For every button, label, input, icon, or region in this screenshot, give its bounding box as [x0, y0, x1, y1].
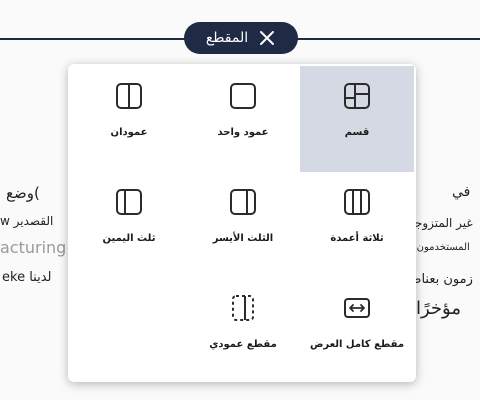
full-width-section-icon: [344, 298, 370, 318]
left-third-icon: [230, 189, 256, 215]
right-third-icon: [116, 189, 142, 215]
layout-option-left-third[interactable]: الثلث الأيسر: [186, 172, 300, 278]
layout-option-label: مقطع كامل العرض: [309, 339, 405, 350]
layout-option-three-columns[interactable]: ثلاثة أعمدة: [300, 172, 414, 278]
one-column-icon: [230, 83, 256, 109]
background-text: القصدير w: [0, 214, 54, 228]
section-pill-label: المقطع: [205, 30, 249, 46]
layout-section-icon: [344, 83, 370, 109]
layout-option-label: عمودان: [110, 127, 148, 138]
background-text: مؤخرًا: [416, 298, 461, 319]
three-columns-icon: [344, 189, 370, 215]
vertical-section-icon: [232, 295, 254, 321]
section-pill: المقطع: [184, 22, 298, 54]
layout-option-label: قسم: [344, 127, 370, 138]
layout-option-vertical-section[interactable]: مقطع عمودي: [186, 278, 300, 384]
layout-option-label: ثلاثة أعمدة: [330, 233, 384, 244]
section-layout-panel: قسم عمود واحد عمودان ثلاثة أعمدة الثلث ا…: [68, 64, 416, 382]
layout-option-label: مقطع عمودي: [209, 339, 277, 350]
layout-option-full-width-section[interactable]: مقطع كامل العرض: [300, 278, 414, 384]
background-text: )وضع: [6, 184, 40, 202]
layout-option-one-column[interactable]: عمود واحد: [186, 66, 300, 172]
two-columns-icon: [116, 83, 142, 109]
background-text: لدينا eke: [2, 270, 52, 285]
background-text: acturing: [0, 238, 67, 257]
layout-option-two-columns[interactable]: عمودان: [72, 66, 186, 172]
background-text: في: [452, 184, 471, 200]
layout-option-label: عمود واحد: [217, 127, 269, 138]
layout-option-label: ثلث اليمين: [102, 233, 156, 244]
layout-option-right-third[interactable]: ثلث اليمين: [72, 172, 186, 278]
layout-option-label: الثلث الأيسر: [212, 233, 274, 244]
close-icon[interactable]: [258, 29, 276, 47]
layout-option-section[interactable]: قسم: [300, 66, 414, 172]
